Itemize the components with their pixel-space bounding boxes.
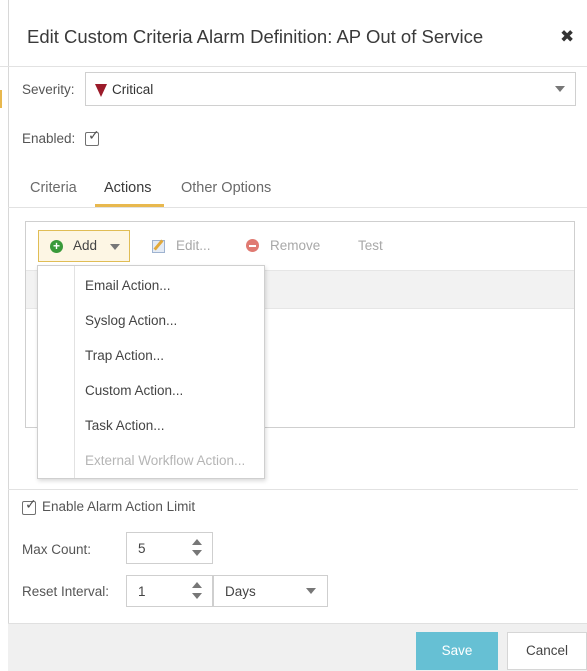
up-down-arrows-icon[interactable]: [192, 582, 202, 600]
add-button[interactable]: + Add: [38, 230, 130, 262]
minus-circle-icon: [246, 239, 259, 252]
max-count-label: Max Count:: [22, 542, 92, 557]
accent-marker: [0, 90, 2, 108]
test-button[interactable]: Test: [358, 238, 383, 253]
tab-actions[interactable]: Actions: [104, 180, 152, 196]
up-down-arrows-icon[interactable]: [192, 539, 202, 557]
menu-gutter: [74, 266, 75, 478]
menu-item-syslog-action[interactable]: Syslog Action...: [85, 313, 177, 328]
add-button-label: Add: [73, 238, 98, 253]
severity-value: Critical: [112, 82, 154, 97]
dialog-left-border: [8, 0, 9, 670]
menu-item-external-workflow-action: External Workflow Action...: [85, 453, 246, 468]
menu-item-trap-action[interactable]: Trap Action...: [85, 348, 164, 363]
checkmark-icon: ✓: [25, 496, 37, 512]
close-icon[interactable]: ✖: [560, 28, 574, 45]
enabled-checkbox[interactable]: ✓: [85, 128, 100, 146]
remove-button[interactable]: Remove: [270, 238, 320, 253]
chevron-down-icon: [110, 244, 120, 250]
menu-item-custom-action[interactable]: Custom Action...: [85, 383, 183, 398]
alarm-limit-label: Enable Alarm Action Limit: [42, 499, 196, 514]
checkmark-icon: ✓: [88, 127, 100, 143]
section-divider: [8, 489, 578, 490]
cancel-button[interactable]: Cancel: [507, 632, 587, 670]
edit-pencil-icon: [152, 240, 165, 253]
save-button[interactable]: Save: [416, 632, 498, 670]
reset-interval-label: Reset Interval:: [22, 584, 110, 599]
edit-alarm-dialog: Edit Custom Criteria Alarm Definition: A…: [0, 0, 587, 671]
tabs-divider: [8, 207, 587, 208]
edit-button[interactable]: Edit...: [176, 238, 211, 253]
max-count-value: 5: [138, 541, 146, 556]
plus-circle-icon: +: [50, 240, 63, 253]
tab-other-options[interactable]: Other Options: [181, 180, 271, 196]
tab-criteria[interactable]: Criteria: [30, 180, 77, 196]
critical-triangle-icon: [95, 84, 107, 97]
severity-label: Severity:: [22, 82, 75, 97]
chevron-down-icon: [555, 86, 565, 92]
menu-item-email-action[interactable]: Email Action...: [85, 278, 171, 293]
chevron-down-icon: [306, 588, 316, 594]
reset-interval-unit-value: Days: [225, 584, 256, 599]
reset-interval-unit-select[interactable]: Days: [213, 575, 328, 607]
add-action-menu: Email Action... Syslog Action... Trap Ac…: [37, 265, 265, 479]
dialog-titlebar: Edit Custom Criteria Alarm Definition: A…: [0, 0, 587, 67]
severity-select[interactable]: Critical: [85, 72, 576, 106]
max-count-stepper[interactable]: 5: [126, 532, 213, 564]
alarm-limit-checkbox[interactable]: ✓: [22, 497, 37, 515]
dialog-footer: [8, 623, 587, 671]
dialog-title: Edit Custom Criteria Alarm Definition: A…: [27, 26, 484, 47]
enabled-label: Enabled:: [22, 131, 76, 146]
reset-interval-value: 1: [138, 584, 146, 599]
reset-interval-stepper[interactable]: 1: [126, 575, 213, 607]
menu-item-task-action[interactable]: Task Action...: [85, 418, 165, 433]
